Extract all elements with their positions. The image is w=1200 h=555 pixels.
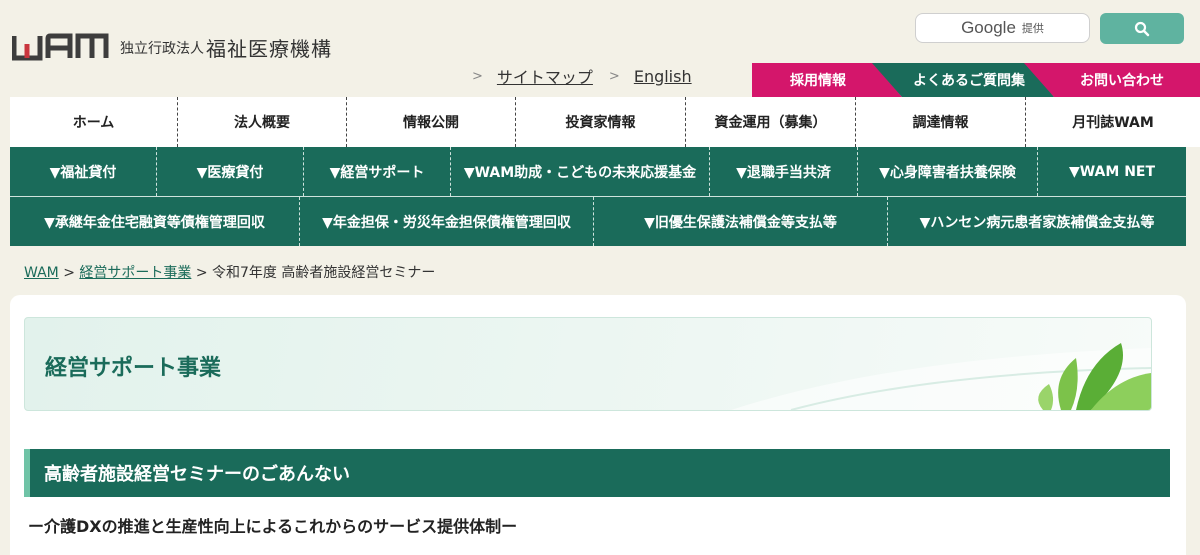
page-title: 経営サポート事業 (45, 356, 222, 381)
main-content: 経営サポート事業 高齢者施設経営セミナーのごあんない ー介護DXの推進と生産性向… (10, 295, 1186, 555)
subnav-wam-grants[interactable]: ▼WAM助成・こどもの未来応援基金 (451, 147, 710, 196)
nav-item-magazine[interactable]: 月刊誌WAM (1026, 97, 1200, 147)
tab-contact[interactable]: お問い合わせ (1024, 63, 1200, 97)
chevron-right-icon: > (472, 68, 483, 84)
header-tabs: 採用情報 よくあるご質問集 お問い合わせ (752, 63, 1200, 97)
section-heading: 高齢者施設経営セミナーのごあんない (24, 449, 1170, 497)
breadcrumb-separator: > (63, 265, 75, 281)
breadcrumb-home-link[interactable]: WAM (24, 265, 59, 281)
nav-item-disclosure[interactable]: 情報公開 (347, 97, 516, 147)
subnav-hansen-compensation[interactable]: ▼ハンセン病元患者家族補償金支払等 (888, 197, 1186, 246)
subnav-management-support[interactable]: ▼経営サポート (304, 147, 451, 196)
search-brand: Google (961, 18, 1016, 37)
subnav-disability-insurance[interactable]: ▼心身障害者扶養保険 (858, 147, 1038, 196)
breadcrumb: WAM > 経営サポート事業 > 令和7年度 高齢者施設経営セミナー (24, 262, 435, 282)
logo-title: 福祉医療機構 (206, 36, 332, 61)
utility-links: > サイトマップ > English (472, 64, 708, 88)
wam-logo-icon (12, 33, 109, 61)
subnav-pension-collateral-recovery[interactable]: ▼年金担保・労災年金担保債権管理回収 (300, 197, 594, 246)
nav-item-home[interactable]: ホーム (10, 97, 178, 147)
subnav-welfare-loans[interactable]: ▼福祉貸付 (10, 147, 157, 196)
global-nav: ホーム 法人概要 情報公開 投資家情報 資金運用（募集） 調達情報 月刊誌WAM (10, 97, 1200, 147)
business-nav-row-1: ▼福祉貸付 ▼医療貸付 ▼経営サポート ▼WAM助成・こどもの未来応援基金 ▼退… (10, 147, 1186, 197)
chevron-right-icon: > (608, 68, 620, 84)
sitemap-link[interactable]: サイトマップ (497, 64, 593, 88)
lead-text: ー介護DXの推進と生産性向上によるこれからのサービス提供体制ー (28, 517, 518, 536)
search-suffix: 提供 (1021, 22, 1044, 35)
site-logo[interactable]: 独立行政法人 福祉医療機構 (12, 28, 332, 62)
breadcrumb-section-link[interactable]: 経営サポート事業 (79, 265, 191, 281)
subnav-wam-net[interactable]: ▼WAM NET (1038, 147, 1186, 196)
nav-item-investors[interactable]: 投資家情報 (516, 97, 686, 147)
nav-item-fund-management[interactable]: 資金運用（募集） (686, 97, 856, 147)
subnav-eugenic-compensation[interactable]: ▼旧優生保護法補償金等支払等 (594, 197, 888, 246)
business-nav-row-2: ▼承継年金住宅融資等債権管理回収 ▼年金担保・労災年金担保債権管理回収 ▼旧優生… (10, 197, 1186, 246)
leaf-decoration-icon (731, 343, 1151, 410)
subnav-housing-loan-recovery[interactable]: ▼承継年金住宅融資等債権管理回収 (10, 197, 300, 246)
search-icon (1134, 21, 1150, 36)
tab-faq[interactable]: よくあるご質問集 (872, 63, 1054, 97)
subnav-medical-loans[interactable]: ▼医療貸付 (157, 147, 304, 196)
wam-logo-mark (12, 28, 110, 62)
breadcrumb-separator: > (195, 265, 208, 281)
nav-item-about[interactable]: 法人概要 (178, 97, 347, 147)
nav-item-procurement[interactable]: 調達情報 (856, 97, 1026, 147)
section-hero-banner: 経営サポート事業 (24, 317, 1152, 411)
breadcrumb-current: 令和7年度 高齢者施設経営セミナー (212, 265, 436, 281)
english-link[interactable]: English (634, 67, 692, 86)
subnav-retirement-allowance[interactable]: ▼退職手当共済 (710, 147, 858, 196)
search-input[interactable]: Google 提供 (915, 13, 1090, 43)
logo-subtitle: 独立行政法人 (120, 41, 204, 57)
search-button[interactable] (1100, 13, 1184, 44)
